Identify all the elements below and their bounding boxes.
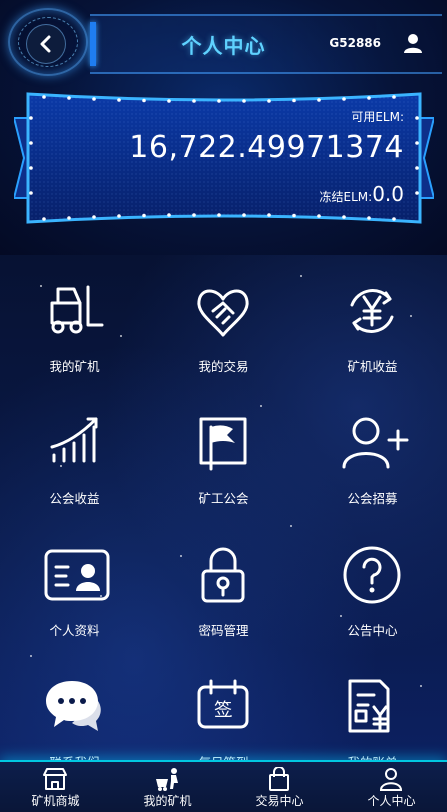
menu-item-label: 个人资料 [49,623,100,638]
menu-item-miner-guild[interactable]: 矿工公会 [149,387,298,519]
nav-label: 交易中心 [255,794,304,808]
handshake-icon [197,289,249,337]
menu-item-my-miners[interactable]: 我的矿机 [0,255,149,387]
nav-item-trade-center[interactable]: 交易中心 [224,762,335,812]
person-icon [379,768,403,791]
menu-item-daily-checkin[interactable]: 签 每日签到 [149,651,298,760]
menu-item-my-bills[interactable]: 我的账单 [298,651,447,760]
menu-grid-area: 我的矿机 我的交易 矿机收益 公会收益 矿工公会 公会招募 个人资料 密码管理 … [0,255,447,760]
menu-item-label: 每日签到 [149,752,298,760]
balance-card: 可用ELM: 16,722.49971374 冻结ELM:0.0 [14,88,434,228]
menu-item-label: 密码管理 [198,623,249,638]
nav-label: 我的矿机 [143,794,192,808]
menu-item-my-trades[interactable]: 我的交易 [149,255,298,387]
yuan-cycle-icon [350,289,394,333]
menu-item-label: 公告中心 [347,623,398,638]
available-balance: 16,722.49971374 [129,130,404,165]
menu-item-label: 我的账单 [298,752,447,760]
top-bar: 个人中心 G52886 [0,0,447,86]
menu-item-miner-earnings[interactable]: 矿机收益 [298,255,447,387]
forklift-icon [50,285,104,334]
menu-item-label: 矿工公会 [198,491,249,506]
frozen-balance: 0.0 [372,182,404,206]
trend-chart-icon [50,417,98,463]
miner-icon [156,768,178,791]
lock-icon [201,547,245,603]
question-icon [343,546,401,604]
flag-icon [199,417,247,471]
menu-item-guild-recruit[interactable]: 公会招募 [298,387,447,519]
frozen-row: 冻结ELM:0.0 [320,182,404,206]
menu-item-label: 矿机收益 [347,359,398,374]
nav-item-personal-center[interactable]: 个人中心 [336,762,447,812]
menu-item-label: 我的矿机 [49,359,100,374]
menu-item-label: 联系我们 [0,752,149,760]
nav-label: 矿机商城 [31,794,80,808]
frozen-label: 冻结ELM: [319,190,373,204]
available-label: 可用ELM: [351,110,404,124]
user-id: G52886 [329,36,381,50]
menu-item-profile[interactable]: 个人资料 [0,519,149,651]
nav-label: 个人中心 [367,794,416,808]
menu-item-guild-earnings[interactable]: 公会收益 [0,387,149,519]
add-user-icon [342,417,409,469]
shop-icon [43,768,67,790]
menu-item-password[interactable]: 密码管理 [149,519,298,651]
menu-item-contact-us[interactable]: 联系我们 [0,651,149,760]
bottom-nav: 矿机商城 我的矿机 交易中心 个人中心 [0,760,447,812]
sign-calendar-icon: 签 [197,679,249,729]
user-icon[interactable] [401,31,425,55]
nav-item-miner-shop[interactable]: 矿机商城 [0,762,111,812]
bill-icon [348,679,390,733]
menu-item-label: 公会招募 [347,491,398,506]
menu-item-announcements[interactable]: 公告中心 [298,519,447,651]
id-card-icon [44,549,110,601]
header: 个人中心 G52886 可用ELM: 16,722.49971374 冻结ELM… [0,0,447,255]
menu-item-label: 我的交易 [198,359,249,374]
chat-icon [46,681,101,731]
menu-item-label: 公会收益 [49,491,100,506]
nav-item-my-miners[interactable]: 我的矿机 [112,762,223,812]
bag-icon [269,767,289,791]
sign-calendar-glyph: 签 [214,700,232,721]
